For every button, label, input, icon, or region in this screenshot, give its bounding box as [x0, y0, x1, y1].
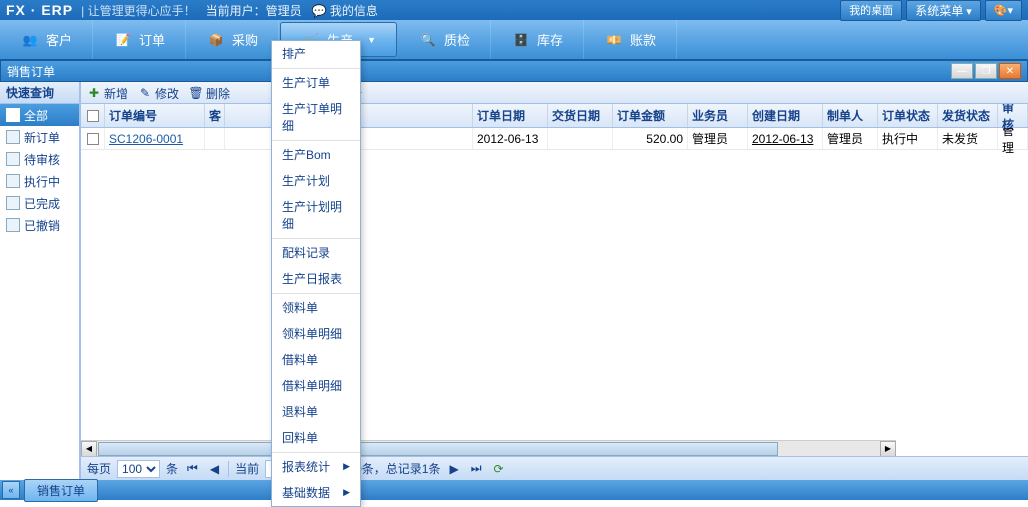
logo: FX · ERP — [6, 2, 73, 18]
prev-page-button[interactable]: ◀ — [207, 462, 222, 476]
dropdown-item[interactable]: 退料单 — [272, 399, 360, 425]
menu-qc[interactable]: 🔍质检 — [398, 20, 491, 59]
dropdown-item[interactable]: 生产计划 — [272, 168, 360, 194]
my-info-link[interactable]: 💬 我的信息 — [312, 2, 378, 19]
delete-icon: 🗑 — [189, 86, 203, 100]
menu-finance[interactable]: 💴账款 — [584, 20, 677, 59]
col-sales[interactable]: 业务员 — [688, 104, 748, 127]
theme-button[interactable]: 🎨▾ — [985, 0, 1022, 21]
order-link[interactable]: SC1206-0001 — [109, 132, 183, 146]
last-page-button[interactable]: ⏭ — [468, 461, 485, 476]
footer-tab[interactable]: 销售订单 — [24, 479, 98, 502]
dropdown-item[interactable]: 生产订单 — [272, 70, 360, 96]
production-dropdown: 排产 生产订单 生产订单明细 生产Bom 生产计划 生产计划明细 配料记录 生产… — [271, 40, 361, 507]
sidebar-item-done[interactable]: 已完成 — [0, 192, 79, 214]
sidebar-item-pending[interactable]: 待审核 — [0, 148, 79, 170]
customer-icon: 👥 — [20, 30, 40, 50]
dropdown-item[interactable]: 排产 — [272, 41, 360, 67]
add-button[interactable]: ✚新增 — [87, 85, 128, 102]
close-button[interactable]: ✕ — [999, 63, 1021, 79]
dropdown-item[interactable]: 配料记录 — [272, 240, 360, 266]
first-page-button[interactable]: ⏮ — [184, 461, 201, 476]
my-desktop-button[interactable]: 我的桌面 — [840, 0, 902, 21]
dropdown-item[interactable]: 生产日报表 — [272, 266, 360, 292]
dropdown-item-sub[interactable]: 报表统计▶ — [272, 454, 360, 480]
sidebar-item-running[interactable]: 执行中 — [0, 170, 79, 192]
finance-icon: 💴 — [604, 30, 624, 50]
sidebar-item-new[interactable]: 新订单 — [0, 126, 79, 148]
menu-order[interactable]: 📝订单 — [93, 20, 186, 59]
footer: « 销售订单 — [0, 480, 1028, 500]
col-order-no[interactable]: 订单编号 — [105, 104, 205, 127]
refresh-pager-button[interactable]: ⟳ — [491, 462, 507, 476]
footer-prev-button[interactable]: « — [2, 481, 20, 499]
order-icon: 📝 — [113, 30, 133, 50]
col-create-date[interactable]: 创建日期 — [748, 104, 823, 127]
current-user: 当前用户：管理员 — [206, 2, 302, 19]
col-audit[interactable]: 审核 — [998, 104, 1028, 127]
chevron-right-icon: ▶ — [343, 461, 350, 472]
dropdown-item[interactable]: 回料单 — [272, 425, 360, 451]
menubar: 👥客户 📝订单 📦采购 🛒生产▼ 🔍质检 🗄️库存 💴账款 — [0, 20, 1028, 60]
maximize-button[interactable]: ❐ — [975, 63, 997, 79]
purchase-icon: 📦 — [206, 30, 226, 50]
tagline: | 让管理更得心应手！ — [81, 2, 195, 19]
col-creator[interactable]: 制单人 — [823, 104, 878, 127]
select-all-checkbox[interactable] — [87, 110, 99, 122]
chevron-right-icon: ▶ — [343, 487, 350, 498]
dropdown-item[interactable]: 领料单明细 — [272, 321, 360, 347]
window-titlebar: 销售订单 — ❐ ✕ — [0, 60, 1028, 82]
topbar: FX · ERP | 让管理更得心应手！ 当前用户：管理员 💬 我的信息 我的桌… — [0, 0, 1028, 20]
dropdown-item-sub[interactable]: 基础数据▶ — [272, 480, 360, 506]
col-deliv-date[interactable]: 交货日期 — [548, 104, 613, 127]
sidebar-item-all[interactable]: 全部 — [0, 104, 79, 126]
dropdown-item[interactable]: 生产计划明细 — [272, 194, 360, 237]
add-icon: ✚ — [87, 86, 101, 100]
col-order-date[interactable]: 订单日期 — [473, 104, 548, 127]
pager: 每页 100 条 ⏮ ◀ 当前 / 1 每页100条，总记录1条 ▶ ⏭ ⟳ — [81, 456, 1028, 480]
list-icon — [6, 174, 20, 188]
sidebar: 快速查询 全部 新订单 待审核 执行中 已完成 已撤销 — [0, 82, 80, 480]
dropdown-item[interactable]: 借料单 — [272, 347, 360, 373]
menu-purchase[interactable]: 📦采购 — [186, 20, 279, 59]
window-title: 销售订单 — [7, 63, 55, 80]
scroll-right-button[interactable]: ▶ — [880, 441, 896, 457]
menu-customer[interactable]: 👥客户 — [0, 20, 93, 59]
list-icon — [6, 108, 20, 122]
qc-icon: 🔍 — [418, 30, 438, 50]
list-icon — [6, 196, 20, 210]
list-icon — [6, 130, 20, 144]
edit-button[interactable]: ✎修改 — [138, 85, 179, 102]
per-page-select[interactable]: 100 — [117, 460, 160, 478]
col-dstatus[interactable]: 发货状态 — [938, 104, 998, 127]
horizontal-scrollbar[interactable]: ◀ ▶ — [81, 440, 896, 456]
col-amount[interactable]: 订单金额 — [613, 104, 688, 127]
scroll-left-button[interactable]: ◀ — [81, 441, 97, 457]
col-ostatus[interactable]: 订单状态 — [878, 104, 938, 127]
minimize-button[interactable]: — — [951, 63, 973, 79]
col-cust[interactable]: 客 — [205, 104, 225, 127]
grid-body: SC1206-0001 2012-06-13 520.00 管理员 2012-0… — [81, 128, 1028, 440]
inventory-icon: 🗄️ — [511, 30, 531, 50]
grid-header: 订单编号 客 P名称 订单日期 交货日期 订单金额 业务员 创建日期 制单人 订… — [81, 104, 1028, 128]
system-menu-button[interactable]: 系统菜单 ▾ — [906, 0, 981, 21]
table-row[interactable]: SC1206-0001 2012-06-13 520.00 管理员 2012-0… — [81, 128, 1028, 150]
main-panel: ✚新增 ✎修改 🗑删除 ⟳刷新 订单编号 客 P名称 订单日期 交货日期 订单金… — [80, 82, 1028, 480]
dropdown-item[interactable]: 领料单 — [272, 295, 360, 321]
edit-icon: ✎ — [138, 86, 152, 100]
scroll-thumb[interactable] — [98, 442, 778, 456]
menu-inventory[interactable]: 🗄️库存 — [491, 20, 584, 59]
sidebar-item-cancelled[interactable]: 已撤销 — [0, 214, 79, 236]
next-page-button[interactable]: ▶ — [446, 462, 461, 476]
toolbar-row: ✚新增 ✎修改 🗑删除 ⟳刷新 — [81, 82, 1028, 104]
dropdown-item[interactable]: 借料单明细 — [272, 373, 360, 399]
delete-button[interactable]: 🗑删除 — [189, 85, 230, 102]
dropdown-item[interactable]: 生产Bom — [272, 142, 360, 168]
dropdown-item[interactable]: 生产订单明细 — [272, 96, 360, 139]
list-icon — [6, 218, 20, 232]
list-icon — [6, 152, 20, 166]
row-checkbox[interactable] — [87, 133, 99, 145]
sidebar-header: 快速查询 — [0, 82, 79, 104]
